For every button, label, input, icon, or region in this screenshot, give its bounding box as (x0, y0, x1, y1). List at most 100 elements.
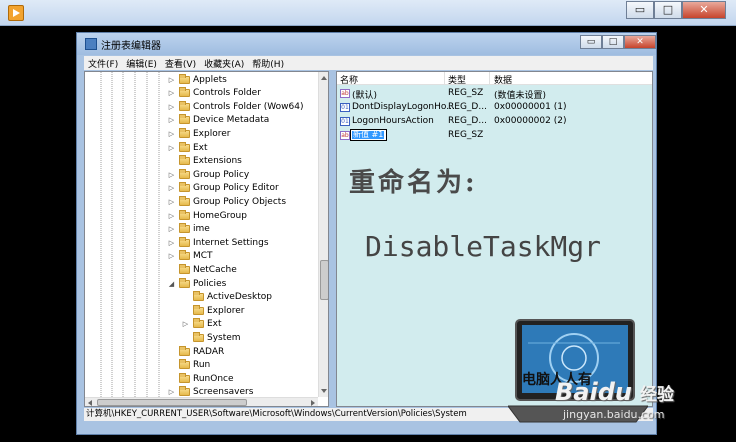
folder-icon (179, 345, 190, 356)
tree-item-run[interactable]: Run (167, 359, 210, 372)
tree-vertical-scrollbar[interactable] (318, 72, 328, 397)
tree-item-ext[interactable]: ▷ Ext (167, 141, 208, 154)
tree-item-ext[interactable]: ▷ Ext (181, 318, 222, 331)
column-data-header[interactable]: 数据 (494, 73, 512, 86)
tree-item-applets[interactable]: ▷ Applets (167, 73, 227, 86)
tree-item-label: Controls Folder (Wow64) (193, 101, 304, 112)
tree-expander-icon[interactable]: ▷ (167, 198, 176, 206)
tree-item-homegroup[interactable]: ▷ HomeGroup (167, 209, 247, 222)
tree-item-group-policy-objects[interactable]: ▷ Group Policy Objects (167, 195, 286, 208)
tree-hscroll-thumb[interactable] (97, 399, 247, 406)
menu-edit[interactable]: 编辑(E) (122, 57, 161, 70)
folder-icon (179, 73, 190, 84)
tree-expander-icon[interactable]: ▷ (167, 171, 176, 179)
value-row[interactable]: ab (默认) REG_SZ (数值未设置) (337, 87, 652, 101)
scroll-up-arrow-icon[interactable] (321, 76, 327, 80)
outer-minimize-button[interactable]: ▭ (626, 1, 654, 19)
folder-icon (179, 223, 190, 234)
regedit-minimize-button[interactable]: ▭ (580, 35, 602, 49)
tree-item-label: Extensions (193, 156, 242, 167)
tree-item-device-metadata[interactable]: ▷ Device Metadata (167, 114, 269, 127)
tree-scroll-thumb[interactable] (320, 260, 328, 300)
scroll-down-arrow-icon[interactable] (321, 389, 327, 393)
tree-expander-icon[interactable]: ▷ (167, 212, 176, 220)
tree-item-ime[interactable]: ▷ ime (167, 223, 210, 236)
tree-item-runonce[interactable]: RunOnce (167, 372, 234, 385)
regedit-close-button[interactable]: ✕ (624, 35, 656, 49)
column-type-header[interactable]: 类型 (448, 73, 466, 86)
outer-close-button[interactable]: ✕ (682, 1, 726, 19)
tree-item-system[interactable]: System (181, 331, 241, 344)
tree-item-activedesktop[interactable]: ActiveDesktop (181, 291, 272, 304)
folder-icon (179, 372, 190, 383)
tree-expander-icon[interactable]: ▷ (167, 103, 176, 111)
tree-item-netcache[interactable]: NetCache (167, 263, 237, 276)
outer-maximize-button[interactable]: □ (654, 1, 682, 19)
tree-expander-icon[interactable]: ▷ (167, 252, 176, 260)
tree-item-label: NetCache (193, 264, 237, 275)
tree-item-label: Ext (207, 319, 222, 330)
folder-icon (179, 87, 190, 98)
tree-item-label: Group Policy Editor (193, 183, 279, 194)
tree-expander-icon[interactable]: ▷ (181, 320, 190, 328)
tree-item-label: Applets (193, 74, 227, 85)
folder-icon (179, 386, 190, 397)
tree-item-policies[interactable]: ◢ Policies (167, 277, 226, 290)
value-type: REG_SZ (448, 88, 484, 98)
instruction-overlay-rename: 重命名为: (349, 168, 478, 198)
tree-item-controls-folder-wow64-[interactable]: ▷ Controls Folder (Wow64) (167, 100, 303, 113)
tree-expander-icon[interactable]: ▷ (167, 116, 176, 124)
folder-icon (179, 359, 190, 370)
folder-icon (179, 141, 190, 152)
value-name: DontDisplayLogonHo... (352, 102, 455, 112)
tree-item-extensions[interactable]: Extensions (167, 155, 242, 168)
binary-value-icon: 01 (340, 103, 350, 112)
outer-title-bar[interactable]: ▭ □ ✕ (0, 0, 736, 26)
menu-file[interactable]: 文件(F) (84, 57, 122, 70)
folder-icon (179, 263, 190, 274)
scroll-right-arrow-icon[interactable] (311, 400, 315, 406)
menu-favorites[interactable]: 收藏夹(A) (200, 57, 248, 70)
string-value-icon: ab (340, 89, 350, 98)
tree-item-group-policy-editor[interactable]: ▷ Group Policy Editor (167, 182, 279, 195)
folder-icon (193, 291, 204, 302)
tree-expander-icon[interactable]: ▷ (167, 388, 176, 396)
scroll-left-arrow-icon[interactable] (88, 400, 92, 406)
tree-item-label: Run (193, 360, 211, 371)
tree-expander-icon[interactable]: ▷ (167, 239, 176, 247)
tree-item-internet-settings[interactable]: ▷ Internet Settings (167, 236, 269, 249)
tree-item-label: MCT (193, 251, 213, 262)
value-type: REG_D... (448, 102, 487, 112)
tree-item-label: Screensavers (193, 387, 254, 398)
regedit-title-bar[interactable]: 注册表编辑器 ▭ □ ✕ (77, 33, 656, 55)
column-name-header[interactable]: 名称 (340, 73, 358, 86)
tree-item-mct[interactable]: ▷ MCT (167, 250, 213, 263)
binary-value-icon: 01 (340, 117, 350, 126)
value-row[interactable]: 01 DontDisplayLogonHo... REG_D... 0x0000000… (337, 101, 652, 114)
menu-view[interactable]: 查看(V) (161, 57, 200, 70)
tree-item-radar[interactable]: RADAR (167, 345, 224, 358)
registry-tree-pane[interactable]: ▷ Applets ▷ Controls Folder ▷ Controls Folder… (84, 71, 329, 407)
tree-item-explorer[interactable]: Explorer (181, 304, 244, 317)
value-row[interactable]: 01 LogonHoursAction REG_D... 0x00000002 (2) (337, 115, 652, 128)
tree-expander-icon[interactable]: ▷ (167, 76, 176, 84)
tree-expander-icon[interactable]: ▷ (167, 144, 176, 152)
tree-expander-icon[interactable]: ◢ (167, 280, 176, 288)
regedit-maximize-button[interactable]: □ (602, 35, 624, 49)
tree-expander-icon[interactable]: ▷ (167, 225, 176, 233)
menu-help[interactable]: 帮助(H) (248, 57, 288, 70)
tree-item-label: RADAR (193, 346, 225, 357)
string-value-icon: ab (340, 131, 350, 140)
tree-item-controls-folder[interactable]: ▷ Controls Folder (167, 87, 261, 100)
tree-horizontal-scrollbar[interactable] (85, 397, 318, 406)
tree-expander-icon[interactable]: ▷ (167, 184, 176, 192)
folder-icon (193, 304, 204, 315)
tree-item-group-policy[interactable]: ▷ Group Policy (167, 168, 249, 181)
tree-expander-icon[interactable]: ▷ (167, 130, 176, 138)
rename-value-input[interactable]: 新值 #1 (350, 129, 387, 141)
values-column-header: 名称 类型 数据 (337, 72, 652, 86)
tree-item-label: Policies (193, 278, 227, 289)
tree-item-explorer[interactable]: ▷ Explorer (167, 127, 230, 140)
value-row[interactable]: ab 新值 #1 REG_SZ (337, 129, 652, 142)
tree-expander-icon[interactable]: ▷ (167, 89, 176, 97)
